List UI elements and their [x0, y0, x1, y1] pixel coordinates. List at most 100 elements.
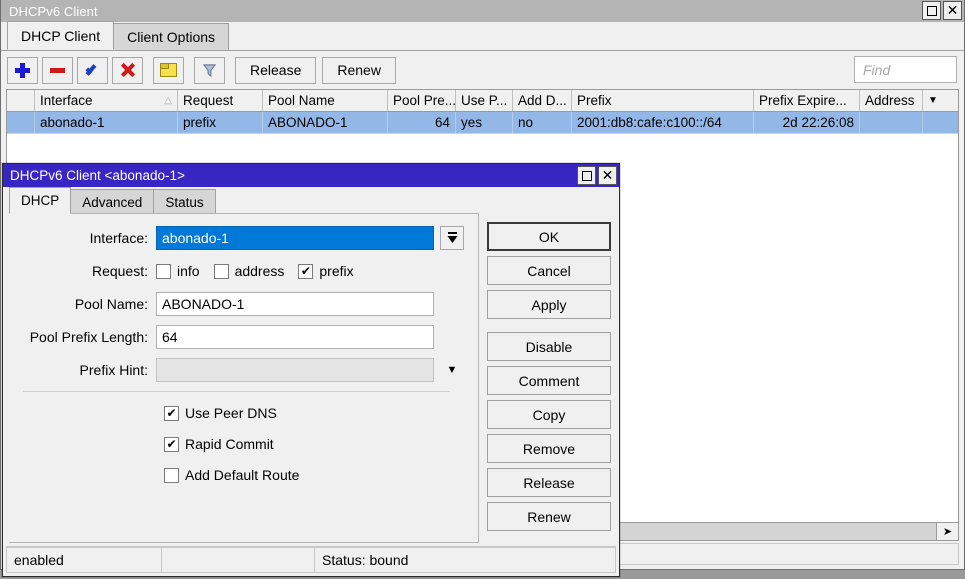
column-chooser-button[interactable]: ▼ [923, 90, 943, 111]
prefix-hint-field[interactable] [156, 358, 434, 382]
checkmark-icon: ✔ [301, 265, 311, 277]
dialog-restore-button[interactable] [577, 166, 596, 185]
scroll-right-button[interactable]: ➤ [936, 523, 958, 540]
search-input[interactable]: Find [854, 56, 957, 83]
cell-use-peer-dns: yes [456, 112, 513, 133]
dialog-body: Interface: abonado-1 Request: [3, 214, 619, 543]
col-header-use-peer-dns-label: Use P... [461, 93, 507, 108]
copy-button[interactable]: Copy [487, 400, 611, 429]
col-header-interface-label: Interface [40, 93, 93, 108]
main-window-controls: ✕ [922, 1, 962, 20]
col-header-pool-name[interactable]: Pool Name [263, 90, 388, 111]
filter-button[interactable] [194, 57, 225, 84]
pool-name-label: Pool Name: [9, 296, 156, 312]
ok-button[interactable]: OK [487, 222, 611, 251]
table-header-row: Interface △ Request Pool Name Pool Pre..… [7, 90, 958, 112]
renew-button[interactable]: Renew [487, 502, 611, 531]
rapid-commit-checkbox[interactable]: ✔ Rapid Commit [164, 436, 450, 452]
col-header-add-default-route-label: Add D... [518, 93, 567, 108]
col-header-pool-prefix[interactable]: Pool Pre... [388, 90, 456, 111]
status-bound: Status: bound [314, 547, 616, 573]
checkbox-box [164, 468, 179, 483]
ok-button-label: OK [539, 229, 559, 245]
restore-button[interactable] [922, 1, 941, 20]
cell-pool-name: ABONADO-1 [263, 112, 388, 133]
col-header-request[interactable]: Request [178, 90, 263, 111]
release-button[interactable]: Release [487, 468, 611, 497]
request-row: Request: info address ✔ [9, 259, 464, 283]
col-header-use-peer-dns[interactable]: Use P... [456, 90, 513, 111]
tab-dhcp-client[interactable]: DHCP Client [7, 21, 114, 50]
main-toolbar: Release Renew Find [1, 51, 964, 89]
use-peer-dns-checkbox[interactable]: ✔ Use Peer DNS [164, 405, 450, 421]
rapid-commit-label: Rapid Commit [185, 436, 274, 452]
checkbox-box [156, 264, 171, 279]
apply-button-label: Apply [531, 297, 566, 313]
screen: DHCPv6 Client ✕ DHCP Client Client Optio… [0, 0, 965, 579]
dialog-title: DHCPv6 Client <abonado-1> [10, 168, 185, 183]
disable-button[interactable]: Disable [487, 332, 611, 361]
interface-field[interactable]: abonado-1 [156, 226, 434, 250]
main-window-title: DHCPv6 Client [9, 4, 98, 19]
cancel-button[interactable]: Cancel [487, 256, 611, 285]
request-prefix-checkbox[interactable]: ✔ prefix [298, 263, 353, 279]
interface-label: Interface: [9, 230, 156, 246]
renew-button-label: Renew [337, 62, 381, 78]
tab-advanced-label: Advanced [82, 195, 142, 210]
comment-button[interactable] [153, 57, 184, 84]
checkbox-box-checked: ✔ [298, 264, 313, 279]
release-button[interactable]: Release [235, 57, 316, 84]
request-info-label: info [177, 263, 200, 279]
col-header-address[interactable]: Address [860, 90, 923, 111]
restore-icon [582, 171, 592, 181]
tab-dhcp-label: DHCP [21, 193, 59, 208]
main-titlebar: DHCPv6 Client ✕ [1, 0, 964, 22]
col-header-prefix-expires[interactable]: Prefix Expire... [754, 90, 860, 111]
tab-dhcp[interactable]: DHCP [9, 187, 71, 214]
cell-pool-prefix-length: 64 [388, 112, 456, 133]
col-header-flags[interactable] [7, 90, 35, 111]
pool-name-row: Pool Name: ABONADO-1 [9, 292, 464, 316]
pool-prefix-length-label: Pool Prefix Length: [9, 329, 156, 345]
interface-row: Interface: abonado-1 [9, 226, 464, 250]
tab-advanced[interactable]: Advanced [70, 189, 154, 214]
cell-flags [7, 112, 35, 133]
tab-status[interactable]: Status [153, 189, 215, 214]
pool-name-field[interactable]: ABONADO-1 [156, 292, 434, 316]
disable-button[interactable] [112, 57, 143, 84]
close-icon: ✕ [947, 3, 959, 17]
interface-dropdown-button[interactable] [440, 226, 464, 250]
request-info-checkbox[interactable]: info [156, 263, 200, 279]
prefix-hint-dropdown-button[interactable]: ▼ [440, 358, 464, 382]
remove-button[interactable] [42, 57, 73, 84]
col-header-add-default-route[interactable]: Add D... [513, 90, 572, 111]
renew-button[interactable]: Renew [322, 57, 396, 84]
dhcpv6-client-detail-dialog: DHCPv6 Client <abonado-1> ✕ DHCP Advance… [2, 163, 620, 577]
status-enabled: enabled [6, 547, 161, 573]
cancel-button-label: Cancel [527, 263, 571, 279]
add-button[interactable] [7, 57, 38, 84]
col-header-prefix-expires-label: Prefix Expire... [759, 93, 847, 108]
dialog-close-button[interactable]: ✕ [598, 166, 617, 185]
close-button[interactable]: ✕ [943, 1, 962, 20]
check-icon [85, 63, 101, 77]
copy-button-label: Copy [533, 407, 566, 423]
enable-button[interactable] [77, 57, 108, 84]
tab-client-options[interactable]: Client Options [113, 23, 229, 50]
col-header-interface[interactable]: Interface △ [35, 90, 178, 111]
apply-button[interactable]: Apply [487, 290, 611, 319]
col-header-prefix[interactable]: Prefix [572, 90, 754, 111]
disable-button-label: Disable [526, 339, 573, 355]
pool-prefix-length-field[interactable]: 64 [156, 325, 434, 349]
pool-prefix-length-row: Pool Prefix Length: 64 [9, 325, 464, 349]
checkbox-box [214, 264, 229, 279]
add-default-route-checkbox[interactable]: Add Default Route [164, 467, 450, 483]
table-row[interactable]: abonado-1 prefix ABONADO-1 64 yes no 200… [7, 112, 958, 134]
remove-button[interactable]: Remove [487, 434, 611, 463]
request-prefix-label: prefix [319, 263, 353, 279]
tab-client-options-label: Client Options [127, 29, 215, 45]
request-address-checkbox[interactable]: address [214, 263, 285, 279]
filter-icon [202, 63, 217, 78]
col-header-pool-prefix-label: Pool Pre... [393, 93, 456, 108]
comment-button[interactable]: Comment [487, 366, 611, 395]
